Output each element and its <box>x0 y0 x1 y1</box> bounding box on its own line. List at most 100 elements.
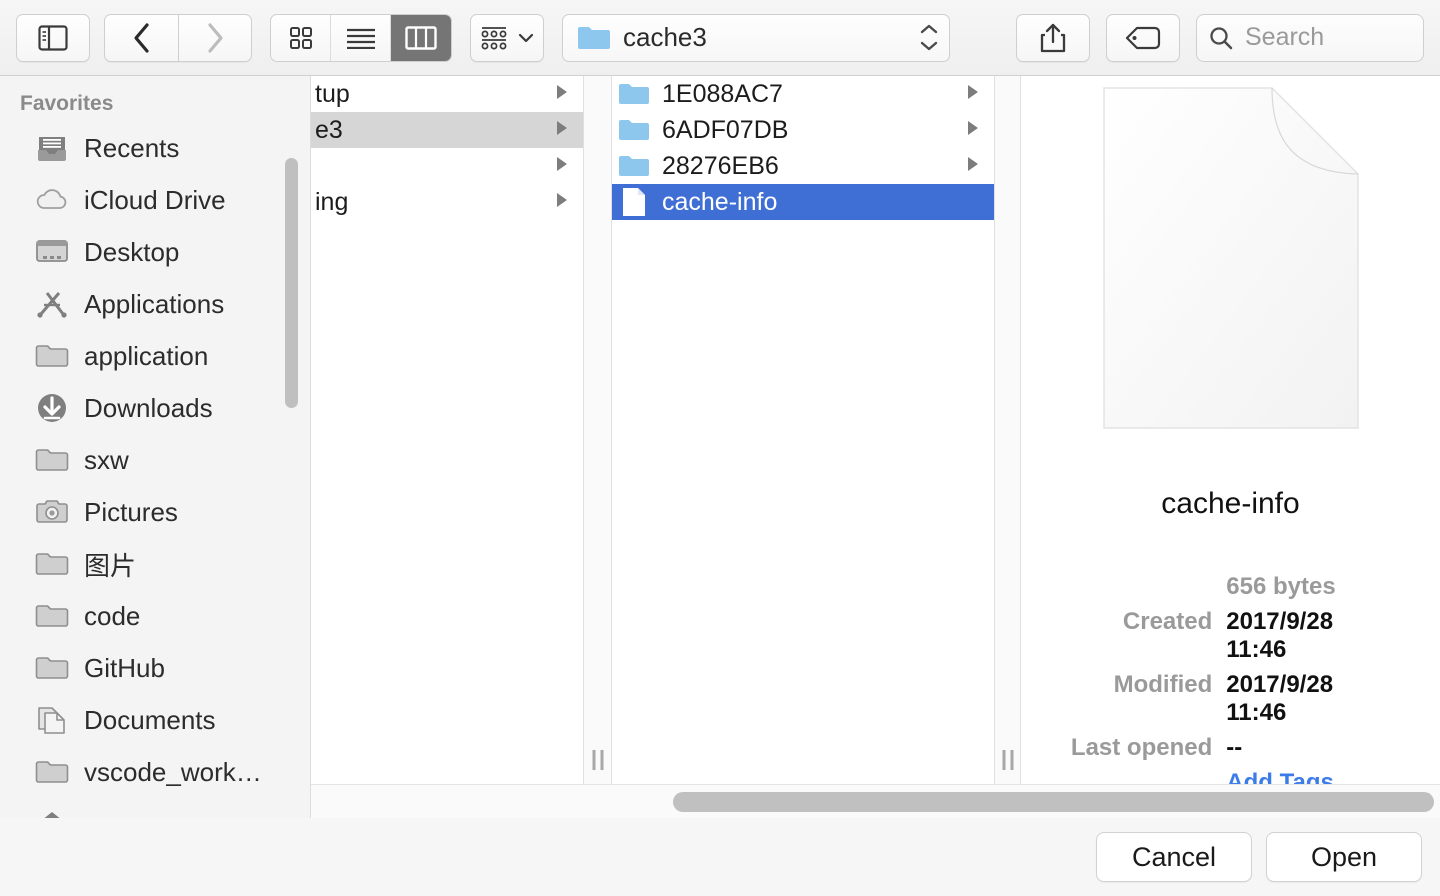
document-icon <box>616 188 652 216</box>
arrange-icon <box>481 26 507 49</box>
preview-metadata: 656 bytes Created 2017/9/28 11:46 Modifi… <box>1021 573 1440 784</box>
dialog-footer: Cancel Open <box>0 818 1440 896</box>
file-open-dialog: cache3 Search Favorites Recents iCloud D… <box>0 0 1440 896</box>
sidebar-item-tupian[interactable]: 图片 <box>0 538 310 590</box>
list-item[interactable]: tup <box>311 76 583 112</box>
toolbar-right-group: Search <box>1016 13 1424 62</box>
metadata-row-tags: Add Tags… <box>1021 769 1388 784</box>
sidebar-scrollbar[interactable] <box>285 158 298 408</box>
blank-document-icon <box>1102 86 1360 435</box>
add-tags-link[interactable]: Add Tags… <box>1226 769 1388 784</box>
desktop-icon <box>34 236 70 268</box>
sidebar-item-home[interactable]: . <box>0 798 310 818</box>
tags-button[interactable] <box>1106 13 1180 62</box>
list-item[interactable]: 6ADF07DB <box>612 112 994 148</box>
item-label: tup <box>315 79 350 108</box>
sidebar-item-desktop[interactable]: Desktop <box>0 226 310 278</box>
horizontal-scrollbar[interactable] <box>311 784 1440 818</box>
sidebar-item-application[interactable]: application <box>0 330 310 382</box>
sidebar-item-label: Documents <box>84 704 216 735</box>
disclosure-triangle-icon <box>966 83 980 106</box>
item-label: 6ADF07DB <box>662 115 789 144</box>
item-label: ing <box>315 187 349 216</box>
column-browser: tup e3 ing 1E088AC7 6ADF07DB 28276EB6 ca… <box>311 76 1440 818</box>
folder-icon <box>34 340 70 372</box>
disclosure-triangle-icon <box>555 191 569 214</box>
sidebar-item-recents[interactable]: Recents <box>0 122 310 174</box>
sidebar-item-label: Pictures <box>84 496 178 527</box>
disclosure-triangle-icon <box>555 155 569 178</box>
folder-icon <box>34 652 70 684</box>
list-item[interactable]: 1E088AC7 <box>612 76 994 112</box>
arrange-button[interactable] <box>470 13 544 62</box>
column-browser-rows: tup e3 ing 1E088AC7 6ADF07DB 28276EB6 ca… <box>311 76 1440 784</box>
sidebar-icon <box>38 24 68 51</box>
list-item[interactable]: ing <box>311 184 583 220</box>
navigation-buttons <box>104 13 252 62</box>
list-item[interactable]: 28276EB6 <box>612 148 994 184</box>
sidebar-item-label: 图片 <box>84 550 137 581</box>
metadata-key <box>1021 769 1226 784</box>
chevron-up-icon <box>920 24 938 34</box>
item-label: 1E088AC7 <box>662 79 783 108</box>
metadata-key-modified: Modified <box>1113 671 1213 698</box>
toolbar: cache3 Search <box>0 0 1440 76</box>
sidebar-item-icloud-drive[interactable]: iCloud Drive <box>0 174 310 226</box>
folder-icon <box>34 444 70 476</box>
metadata-key-last-opened: Last opened <box>1070 734 1213 761</box>
folder-icon <box>616 80 652 108</box>
sidebar-item-sxw[interactable]: sxw <box>0 434 310 486</box>
chevron-down-icon <box>518 33 534 42</box>
disclosure-triangle-icon <box>555 119 569 142</box>
metadata-value-last-opened: -- <box>1226 734 1243 761</box>
search-input[interactable]: Search <box>1196 13 1424 62</box>
column-1-resize-handle[interactable] <box>584 76 612 784</box>
path-popup-button[interactable]: cache3 <box>562 13 950 62</box>
tab-icon-view[interactable] <box>271 14 331 61</box>
sidebar-item-vscode-workspace[interactable]: vscode_work… <box>0 746 310 798</box>
horizontal-scrollbar-thumb[interactable] <box>673 792 1434 812</box>
disclosure-triangle-icon <box>966 155 980 178</box>
folder-icon <box>34 548 70 580</box>
sidebar-item-applications[interactable]: Applications <box>0 278 310 330</box>
column-2-resize-handle[interactable] <box>995 76 1021 784</box>
sidebar-item-label: code <box>84 600 141 631</box>
disclosure-triangle-icon <box>966 119 980 142</box>
item-label: cache-info <box>662 187 778 216</box>
item-label: e3 <box>315 115 343 144</box>
chevron-right-icon <box>208 22 223 53</box>
sidebar-item-label: Downloads <box>84 392 213 423</box>
column-2: 1E088AC7 6ADF07DB 28276EB6 cache-info <box>612 76 995 784</box>
sidebar-item-downloads[interactable]: Downloads <box>0 382 310 434</box>
downloads-icon <box>34 392 70 424</box>
folder-icon <box>616 116 652 144</box>
sidebar-toggle-button[interactable] <box>16 13 90 62</box>
sidebar-item-label: vscode_work… <box>84 756 262 787</box>
list-item[interactable]: e3 <box>311 112 583 148</box>
icloud-icon <box>34 184 70 216</box>
list-item[interactable] <box>311 148 583 184</box>
share-button[interactable] <box>1016 13 1090 62</box>
sidebar-item-label: iCloud Drive <box>84 184 226 215</box>
metadata-row-last-opened: Last opened -- <box>1021 734 1388 762</box>
search-icon <box>1210 26 1233 49</box>
back-button[interactable] <box>104 13 178 62</box>
cancel-button[interactable]: Cancel <box>1096 832 1252 882</box>
tab-list-view[interactable] <box>331 14 391 61</box>
chevron-left-icon <box>133 22 149 53</box>
sidebar-item-code[interactable]: code <box>0 590 310 642</box>
sidebar-item-github[interactable]: GitHub <box>0 642 310 694</box>
forward-button[interactable] <box>178 13 252 62</box>
dialog-body: Favorites Recents iCloud Drive Desktop A… <box>0 76 1440 818</box>
open-button[interactable]: Open <box>1266 832 1422 882</box>
sidebar-section-favorites: Favorites <box>20 92 114 115</box>
documents-icon <box>34 704 70 736</box>
sidebar-item-documents[interactable]: Documents <box>0 694 310 746</box>
folder-icon <box>578 27 610 49</box>
tab-column-view[interactable] <box>391 14 451 61</box>
list-item-selected[interactable]: cache-info <box>612 184 994 220</box>
share-icon <box>1040 23 1066 52</box>
sidebar-item-label: . <box>84 809 91 819</box>
sidebar-item-pictures[interactable]: Pictures <box>0 486 310 538</box>
sidebar-item-label: application <box>84 340 209 371</box>
